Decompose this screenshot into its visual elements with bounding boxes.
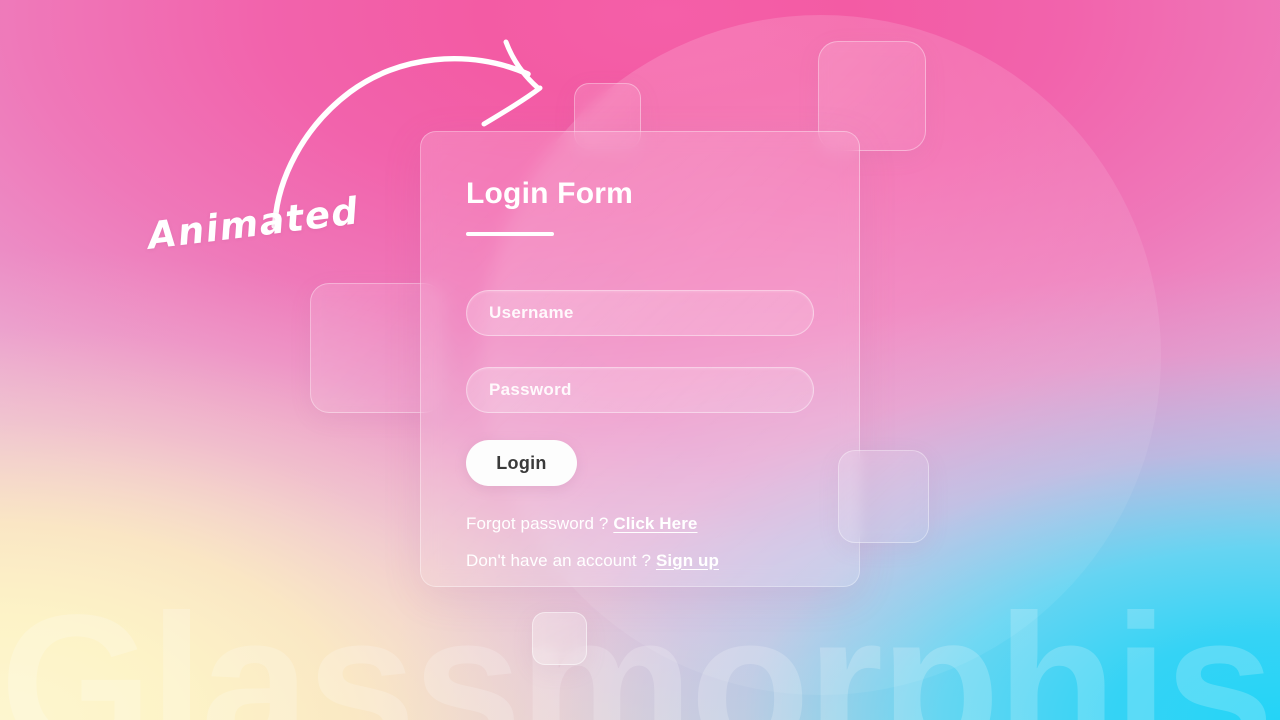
helper-links: Forgot password ? Click Here Don't have …: [466, 515, 814, 569]
floating-glass-square-bottom: [532, 612, 587, 665]
sign-up-link[interactable]: Sign up: [656, 551, 719, 570]
login-button[interactable]: Login: [466, 440, 577, 486]
forgot-password-label: Forgot password ?: [466, 514, 614, 533]
signup-label: Don't have an account ?: [466, 551, 656, 570]
click-here-link[interactable]: Click Here: [613, 514, 697, 533]
title-underline: [466, 232, 554, 236]
page-background: Glassmorphism Login Form Login Forgot pa…: [0, 0, 1280, 720]
login-card: Login Form Login Forgot password ? Click…: [420, 131, 860, 587]
password-input[interactable]: [466, 367, 814, 413]
signup-row: Don't have an account ? Sign up: [466, 552, 814, 569]
animated-annotation-label: Animated: [145, 189, 362, 258]
floating-glass-square-right: [838, 450, 929, 543]
background-watermark: Glassmorphism: [0, 574, 1280, 720]
page-title: Login Form: [466, 177, 633, 210]
forgot-password-row: Forgot password ? Click Here: [466, 515, 814, 532]
username-input[interactable]: [466, 290, 814, 336]
